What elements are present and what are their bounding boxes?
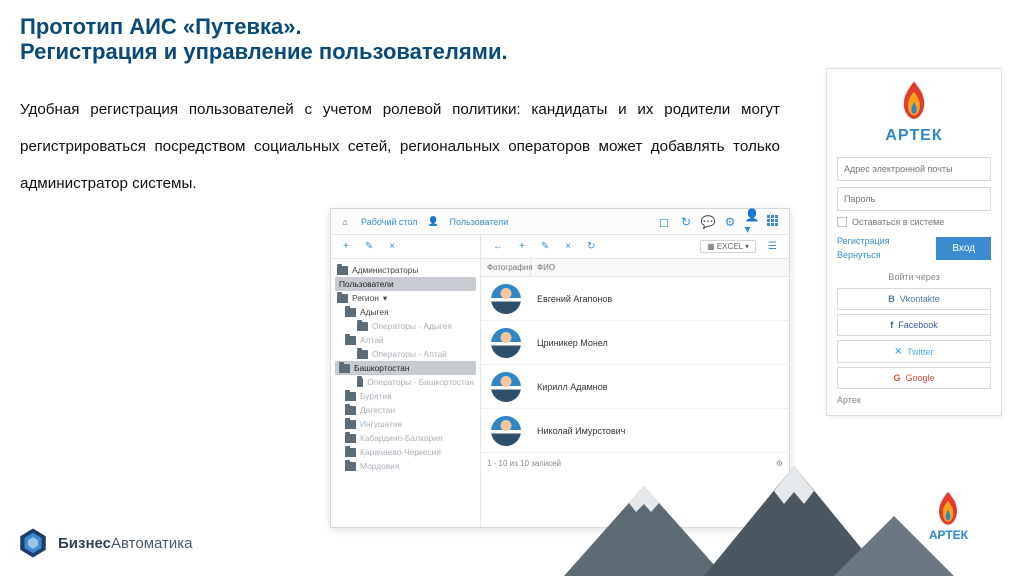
hex-logo-icon (16, 526, 50, 560)
folder-icon (345, 434, 356, 443)
tree-node[interactable]: Бурятия (331, 389, 480, 403)
back-link[interactable]: Вернуться (837, 249, 890, 263)
tree-node-users[interactable]: Пользователи (335, 277, 476, 291)
slide-title-2: Регистрация и управление пользователями. (20, 39, 1004, 64)
folder-icon (345, 420, 356, 429)
social-tw[interactable]: ✕Twitter (837, 340, 991, 363)
avatar-menu-icon[interactable]: 👤▾ (745, 215, 759, 229)
tree-node[interactable]: Алтай (331, 333, 480, 347)
social-gg[interactable]: GGoogle (837, 367, 991, 389)
user-icon: 👤 (428, 216, 440, 228)
email-field[interactable] (837, 157, 991, 181)
tree-node[interactable]: Карачаево-Черкесия (331, 445, 480, 459)
export-excel-button[interactable]: ▦ EXCEL ▾ (700, 240, 756, 253)
tree-node[interactable]: Мордовия (331, 459, 480, 473)
breadcrumb-home[interactable]: Рабочий стол (361, 217, 418, 227)
description-paragraph: Удобная регистрация пользователей с учет… (20, 91, 780, 203)
folder-icon (345, 406, 356, 415)
tree-node[interactable]: Адыгея (331, 305, 480, 319)
tree-node[interactable]: Дагестан (331, 403, 480, 417)
folder-icon (357, 322, 368, 331)
folder-icon (337, 294, 348, 303)
avatar (491, 328, 521, 358)
tree-node[interactable]: Башкортостан (335, 361, 476, 375)
app-toolbar: + ✎ × ← + ✎ × ↻ ▦ EXCEL ▾ ☰ (331, 235, 789, 259)
table-row[interactable]: Кирилл Адамнов (481, 365, 789, 409)
social-header: Войти через (837, 272, 991, 282)
corner-logo: АРТЕК (929, 490, 968, 542)
password-field[interactable] (837, 187, 991, 211)
refresh-icon[interactable]: ↻ (679, 215, 693, 229)
apps-grid-icon[interactable] (767, 215, 781, 229)
list-refresh-button[interactable]: ↻ (583, 239, 599, 254)
home-icon[interactable]: ⌂ (339, 216, 351, 228)
slide-title-1: Прототип АИС «Путевка». (20, 14, 1004, 39)
list-settings-icon[interactable]: ⚙ (776, 459, 783, 468)
social-fb[interactable]: fFacebook (837, 314, 991, 336)
avatar (491, 372, 521, 402)
bookmark-icon[interactable]: ◻ (657, 215, 671, 229)
col-fio[interactable]: ФИО (531, 259, 789, 276)
user-list: Фотография ФИО Евгений Агапонов Цриникер… (481, 259, 789, 527)
tree-add-button[interactable]: + (339, 239, 353, 254)
folder-icon (345, 448, 356, 457)
breadcrumb-users[interactable]: Пользователи (450, 217, 509, 227)
app-topbar: ⌂ Рабочий стол 👤 Пользователи ◻ ↻ 💬 ⚙ 👤▾ (331, 209, 789, 235)
folder-icon (357, 378, 363, 387)
tree-delete-button[interactable]: × (385, 239, 399, 254)
login-panel: АРТЕК Оставаться в системе Регистрация В… (826, 68, 1002, 416)
login-button[interactable]: Вход (936, 237, 991, 260)
avatar (491, 284, 521, 314)
col-photo[interactable]: Фотография (481, 259, 531, 276)
avatar (491, 416, 521, 446)
table-row[interactable]: Цриникер Монел (481, 321, 789, 365)
flame-logo-icon (897, 79, 931, 123)
list-back-button[interactable]: ← (489, 239, 507, 254)
tree-node[interactable]: Ингушетия (331, 417, 480, 431)
company-footer: БизнесАвтоматика (16, 526, 193, 560)
folder-icon (345, 462, 356, 471)
list-footer: 1 - 10 из 10 записей (487, 459, 561, 468)
tree-node-admins[interactable]: Администраторы (331, 263, 480, 277)
table-row[interactable]: Евгений Агапонов (481, 277, 789, 321)
register-link[interactable]: Регистрация (837, 235, 890, 249)
folder-icon (357, 350, 368, 359)
list-add-button[interactable]: + (515, 239, 529, 254)
folder-icon (339, 364, 350, 373)
remember-checkbox[interactable]: Оставаться в системе (837, 217, 991, 227)
filter-icon[interactable]: ☰ (764, 239, 781, 254)
list-delete-button[interactable]: × (561, 239, 575, 254)
table-row[interactable]: Николай Имурстович (481, 409, 789, 453)
list-edit-button[interactable]: ✎ (537, 239, 553, 254)
tree-node[interactable]: Кабардино-Балкария (331, 431, 480, 445)
login-brand: АРТЕК (885, 127, 942, 145)
folder-icon (337, 266, 348, 275)
tree-node[interactable]: Операторы - Алтай (331, 347, 480, 361)
folder-icon (345, 336, 356, 345)
chat-icon[interactable]: 💬 (701, 215, 715, 229)
folder-icon (345, 308, 356, 317)
tree-edit-button[interactable]: ✎ (361, 239, 377, 254)
folder-icon (345, 392, 356, 401)
social-vk[interactable]: ВVkontakte (837, 288, 991, 310)
gear-icon[interactable]: ⚙ (723, 215, 737, 229)
tree-node-region[interactable]: Регион ▾ (331, 291, 480, 305)
region-tree: Администраторы Пользователи Регион ▾ Ады… (331, 259, 481, 527)
tree-node[interactable]: Операторы - Адыгея (331, 319, 480, 333)
login-footer: Артек (837, 395, 991, 405)
tree-node[interactable]: Операторы - Башкортостан (331, 375, 480, 389)
app-window: ⌂ Рабочий стол 👤 Пользователи ◻ ↻ 💬 ⚙ 👤▾… (330, 208, 790, 528)
